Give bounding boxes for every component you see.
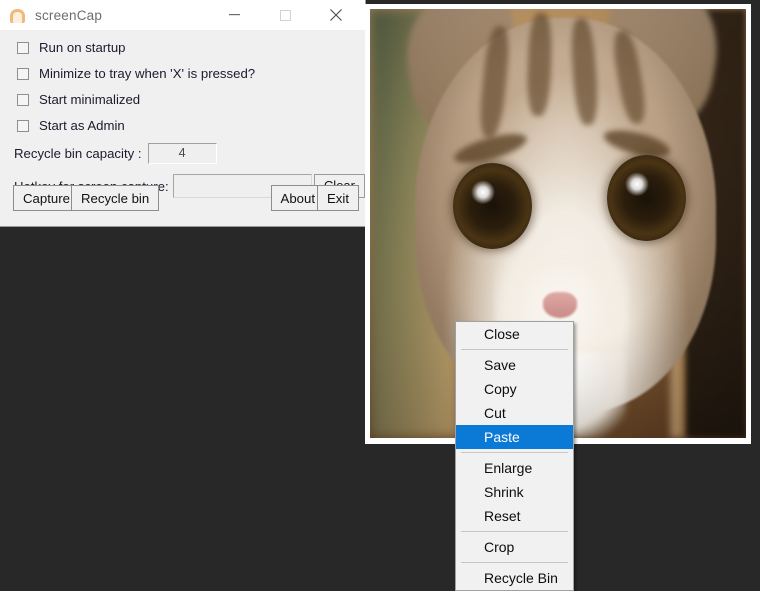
- menu-item-copy[interactable]: Copy: [456, 377, 573, 401]
- menu-separator: [461, 562, 568, 563]
- maximize-icon[interactable]: [262, 0, 308, 30]
- menu-item-recycle-bin[interactable]: Recycle Bin: [456, 566, 573, 590]
- checkbox-box[interactable]: [17, 119, 29, 132]
- menu-item-shrink[interactable]: Shrink: [456, 480, 573, 504]
- capture-button[interactable]: Capture: [13, 185, 80, 211]
- menu-separator: [461, 349, 568, 350]
- checkbox-minimize-to-tray[interactable]: Minimize to tray when 'X' is pressed?: [0, 61, 365, 86]
- menu-item-save[interactable]: Save: [456, 353, 573, 377]
- bread-toast-icon: [9, 7, 26, 24]
- window-title: screenCap: [35, 7, 103, 23]
- checkbox-label: Start minimalized: [39, 92, 141, 107]
- menu-separator: [461, 452, 568, 453]
- settings-window: screenCap Run on startup Minimize to tra…: [0, 0, 366, 227]
- checkbox-start-as-admin[interactable]: Start as Admin: [0, 113, 365, 138]
- menu-item-paste[interactable]: Paste: [456, 425, 573, 449]
- recycle-bin-capacity-row: Recycle bin capacity : 4: [0, 141, 365, 166]
- action-button-row: Capture Recycle bin About Exit: [0, 185, 365, 213]
- menu-item-cut[interactable]: Cut: [456, 401, 573, 425]
- checkbox-label: Run on startup: [39, 40, 126, 55]
- menu-separator: [461, 531, 568, 532]
- recycle-bin-capacity-input[interactable]: 4: [147, 143, 217, 164]
- checkbox-box[interactable]: [17, 93, 29, 106]
- checkbox-run-on-startup[interactable]: Run on startup: [0, 35, 365, 60]
- title-bar: screenCap: [0, 0, 365, 30]
- checkbox-label: Start as Admin: [39, 118, 125, 133]
- checkbox-box[interactable]: [17, 41, 29, 54]
- menu-item-enlarge[interactable]: Enlarge: [456, 456, 573, 480]
- recycle-bin-button[interactable]: Recycle bin: [71, 185, 160, 211]
- menu-item-close[interactable]: Close: [456, 322, 573, 346]
- checkbox-box[interactable]: [17, 67, 29, 80]
- checkbox-start-minimalized[interactable]: Start minimalized: [0, 87, 365, 112]
- close-icon[interactable]: [313, 0, 359, 30]
- exit-button[interactable]: Exit: [317, 185, 359, 211]
- checkbox-label: Minimize to tray when 'X' is pressed?: [39, 66, 256, 81]
- recycle-bin-capacity-label: Recycle bin capacity :: [14, 146, 142, 161]
- menu-item-reset[interactable]: Reset: [456, 504, 573, 528]
- menu-item-crop[interactable]: Crop: [456, 535, 573, 559]
- minimize-icon[interactable]: [211, 0, 257, 30]
- settings-body: Run on startup Minimize to tray when 'X'…: [0, 35, 365, 232]
- image-context-menu[interactable]: Close Save Copy Cut Paste Enlarge Shrink…: [455, 321, 574, 591]
